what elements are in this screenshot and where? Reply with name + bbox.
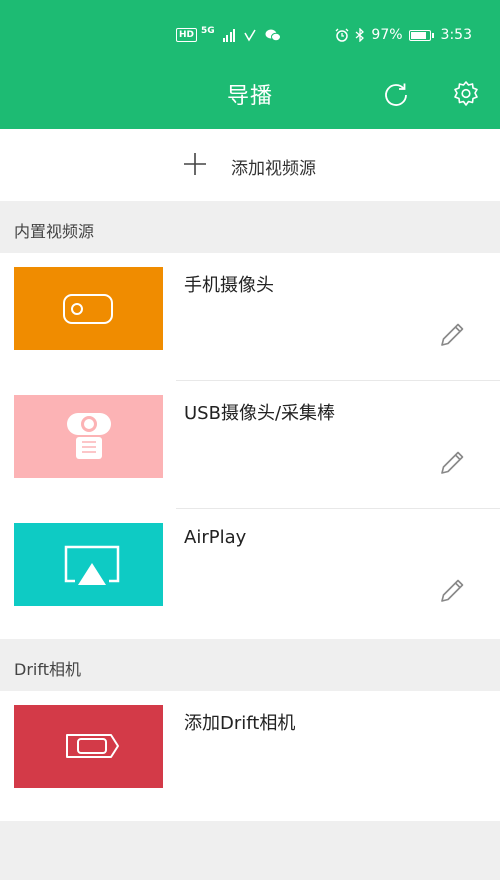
plus-icon <box>184 153 206 175</box>
source-item-airplay[interactable]: AirPlay <box>0 509 500 639</box>
source-thumbnail <box>14 267 163 350</box>
vpn-check-icon <box>244 29 256 42</box>
signal-icon <box>222 28 236 42</box>
section-title: 内置视频源 <box>14 222 95 241</box>
gear-icon <box>454 81 478 106</box>
clock: 3:53 <box>440 27 472 43</box>
source-name: USB摄像头/采集棒 <box>184 403 336 424</box>
action-camera-icon <box>66 734 119 758</box>
phone-camera-icon <box>63 294 113 324</box>
builtin-source-list: 手机摄像头 USB摄像头/采集棒 AirPlay <box>0 253 500 639</box>
bluetooth-icon <box>355 28 365 42</box>
status-right: 97% 3:53 <box>335 27 472 43</box>
battery-percent: 97% <box>371 27 403 43</box>
source-name: 添加Drift相机 <box>184 713 296 734</box>
edit-button[interactable] <box>437 576 467 606</box>
app-header: HD 5G 97% 3:53 导播 <box>0 0 500 129</box>
network-label: 5G <box>201 26 215 36</box>
source-thumbnail <box>14 523 163 606</box>
battery-icon <box>408 29 434 41</box>
source-thumbnail <box>14 705 163 788</box>
source-name: 手机摄像头 <box>184 275 274 296</box>
add-video-source-button[interactable]: 添加视频源 <box>0 129 500 201</box>
page-title: 导播 <box>226 84 273 109</box>
battery-fill <box>410 31 427 39</box>
settings-button[interactable] <box>452 80 480 108</box>
add-drift-camera-item[interactable]: 添加Drift相机 <box>0 691 500 821</box>
section-header-builtin: 内置视频源 <box>0 201 500 253</box>
source-item-phone-camera[interactable]: 手机摄像头 <box>0 253 500 381</box>
pencil-icon <box>441 579 464 602</box>
refresh-button[interactable] <box>382 80 410 108</box>
drift-camera-list: 添加Drift相机 <box>0 691 500 821</box>
hd-badge: HD <box>176 28 198 42</box>
pencil-icon <box>441 323 464 346</box>
airplay-icon <box>64 545 120 585</box>
section-header-drift: Drift相机 <box>0 639 500 691</box>
status-bar: HD 5G 97% 3:53 <box>0 26 500 50</box>
refresh-icon <box>385 83 407 106</box>
wechat-icon <box>265 29 282 42</box>
source-item-usb-camera[interactable]: USB摄像头/采集棒 <box>0 381 500 509</box>
webcam-icon <box>67 413 111 459</box>
status-left: HD 5G <box>176 26 282 42</box>
section-title: Drift相机 <box>14 660 81 679</box>
add-video-source-label: 添加视频源 <box>231 159 316 179</box>
pencil-icon <box>441 451 464 474</box>
alarm-icon <box>335 28 349 42</box>
source-thumbnail <box>14 395 163 478</box>
edit-button[interactable] <box>437 448 467 478</box>
edit-button[interactable] <box>437 320 467 350</box>
source-name: AirPlay <box>184 527 247 548</box>
